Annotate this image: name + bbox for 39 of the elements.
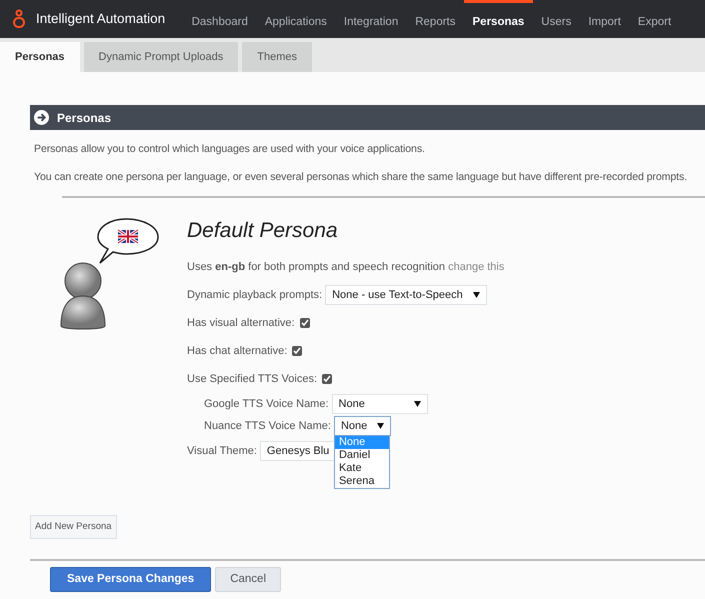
nav-link[interactable]: Users bbox=[532, 0, 580, 38]
tab[interactable]: Themes bbox=[242, 42, 312, 72]
caret-icon bbox=[377, 422, 384, 429]
dropdown-option[interactable]: Serena bbox=[334, 475, 389, 488]
description-text: You can create one persona per language, or even several personas which share the same language but have different pre-recorded prompts. bbox=[34, 170, 688, 185]
field-label: Has visual alternative: bbox=[187, 316, 295, 331]
dropdown[interactable]: None bbox=[332, 394, 428, 414]
field-label: Dynamic playback prompts: bbox=[187, 288, 322, 303]
persona-title: Default Persona bbox=[187, 218, 339, 243]
nav-link[interactable]: Integration bbox=[335, 0, 407, 38]
dropdown[interactable]: None - use Text-to-Speech bbox=[325, 284, 487, 306]
description-text: Personas allow you to control which languages are used with your voice applications. bbox=[34, 142, 426, 157]
field-label: Nuance TTS Voice Name: bbox=[204, 418, 331, 434]
field-label: Use Specified TTS Voices: bbox=[187, 372, 318, 387]
caret-icon bbox=[472, 292, 480, 298]
dropdown-option[interactable]: Kate bbox=[334, 462, 389, 476]
logo-icon bbox=[12, 9, 26, 29]
cancel-button[interactable]: Cancel bbox=[215, 567, 282, 592]
tab[interactable]: Personas bbox=[0, 42, 80, 72]
nav-link[interactable]: Import bbox=[580, 0, 630, 38]
checkbox[interactable] bbox=[322, 374, 332, 384]
nav-link[interactable]: Applications bbox=[256, 0, 336, 38]
section-title: Personas bbox=[57, 110, 112, 126]
field-label: Visual Theme: bbox=[187, 444, 257, 459]
change-link[interactable]: change this bbox=[448, 260, 504, 273]
checkbox[interactable] bbox=[300, 318, 310, 328]
tab[interactable]: Dynamic Prompt Uploads bbox=[84, 42, 238, 72]
checkbox[interactable] bbox=[292, 346, 302, 356]
save-button[interactable]: Save Persona Changes bbox=[50, 567, 212, 592]
field-label: Google TTS Voice Name: bbox=[204, 396, 329, 412]
nav-link[interactable]: Export bbox=[629, 0, 680, 38]
field-label: Has chat alternative: bbox=[187, 344, 288, 359]
caret-icon bbox=[414, 400, 421, 407]
nav-link[interactable]: Dashboard bbox=[183, 0, 256, 38]
arrow-circle-icon bbox=[34, 110, 49, 125]
language-description: Uses en-gb for both prompts and speech recognition change this bbox=[187, 260, 504, 275]
nav-link[interactable]: Reports bbox=[406, 0, 464, 38]
app-title: Intelligent Automation bbox=[36, 10, 166, 28]
add-persona-button[interactable]: Add New Persona bbox=[30, 514, 117, 540]
